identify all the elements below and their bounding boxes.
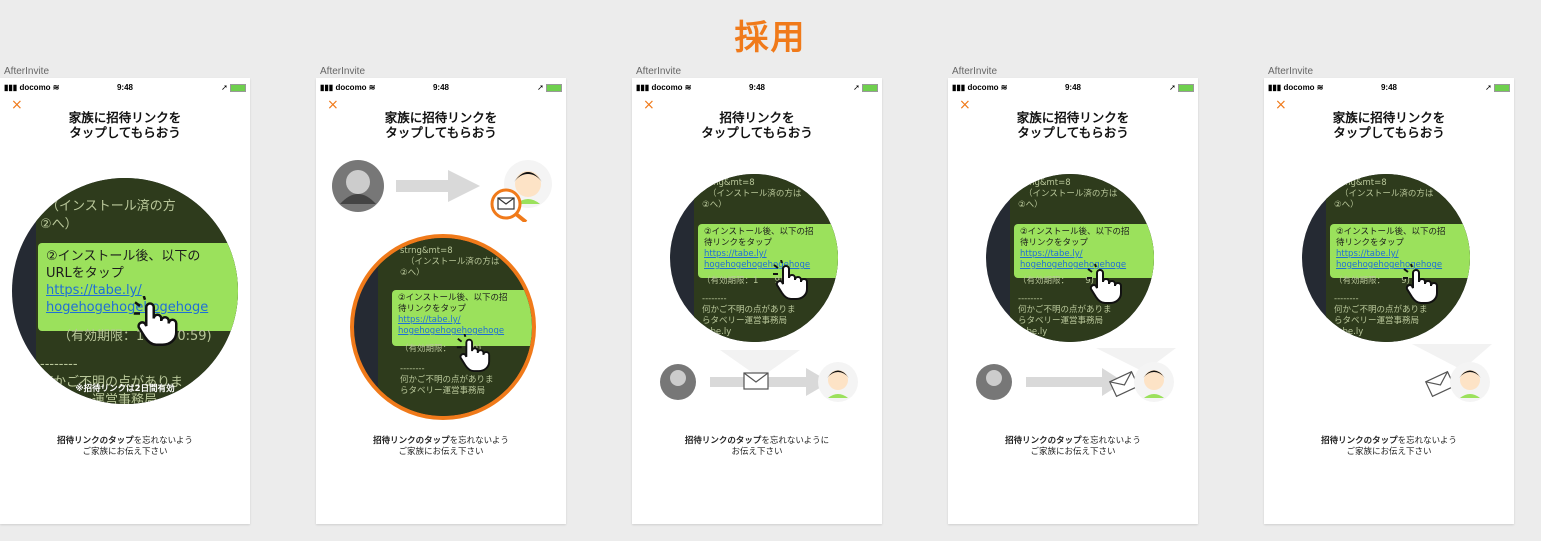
zoom-magnifier: strng&mt=8 （インストール済の方は ②へ） ②インストール後、以下の招… <box>670 174 838 342</box>
caption: 招待リンクのタップを忘れないよう ご家族にお伝え下さい <box>373 436 509 457</box>
location-icon: ➚ <box>537 83 544 92</box>
location-icon: ➚ <box>853 83 860 92</box>
mail-icon <box>1424 370 1456 398</box>
phone-screen: ▮▮▮ docomo ≋ 9:48 ➚ × 家族に招待リンクを タップしてもらお… <box>1264 78 1514 524</box>
mail-icon <box>743 372 769 390</box>
battery-icon <box>1494 83 1510 92</box>
invite-link[interactable]: https://tabe.ly/ <box>704 249 834 260</box>
tap-hand-icon <box>133 296 178 346</box>
screen-heading: 家族に招待リンクを タップしてもらおう <box>1332 110 1446 140</box>
invite-flow-illustration <box>1412 344 1492 402</box>
phone-screen: ▮▮▮ docomo ≋ 9:48 ➚ × 家族に招待リンクを タップしてもらお… <box>316 78 566 524</box>
invite-link[interactable]: https://tabe.ly/ <box>1336 249 1466 260</box>
receiver-avatar <box>1134 362 1174 402</box>
receiver-avatar <box>818 362 858 402</box>
status-time: 9:48 <box>432 83 449 92</box>
artboard-4: AfterInvite ▮▮▮ docomo ≋ 9:48 ➚ × 家族に招待リ… <box>948 66 1198 526</box>
artboard-label: AfterInvite <box>952 66 998 77</box>
battery-icon <box>546 83 562 92</box>
invite-link[interactable]: https://tabe.ly/ <box>1020 249 1150 260</box>
zoom-magnifier: strng&mt=8 （インストール済の方は ②へ） ②インストール後、以下の招… <box>986 174 1154 342</box>
tap-hand-icon <box>456 334 491 372</box>
status-bar: ▮▮▮ docomo ≋ 9:48 ➚ <box>632 78 882 96</box>
status-time: 9:48 <box>1380 83 1397 92</box>
location-icon: ➚ <box>221 83 228 92</box>
sender-avatar <box>332 160 384 212</box>
receiver-avatar <box>1450 362 1490 402</box>
zoom-magnifier: strng&mt=8 （インストール済の方は ②へ） ②インストール後、以下の招… <box>1302 174 1470 342</box>
phone-screen: ▮▮▮ docomo ≋ 9:48 ➚ × 家族に招待リンクを タップしてもらお… <box>948 78 1198 524</box>
chat-message-zoom: strng&mt=8 （インストール済の方は ②へ） ②インストール後、以下の招… <box>694 174 838 342</box>
location-icon: ➚ <box>1485 83 1492 92</box>
artboard-label: AfterInvite <box>636 66 682 77</box>
status-time: 9:48 <box>748 83 765 92</box>
invite-flow-illustration <box>660 350 858 402</box>
arrow-icon <box>710 368 830 396</box>
link-expiry-note: ※招待リンクは2日間有効 <box>75 384 175 394</box>
status-bar: ▮▮▮ docomo ≋ 9:48 ➚ <box>316 78 566 96</box>
status-time: 9:48 <box>1064 83 1081 92</box>
zoom-magnifier: （インストール済の方 ②へ） ②インストール後、以下の URLをタップ http… <box>12 178 238 404</box>
artboard-label: AfterInvite <box>1268 66 1314 77</box>
artboard-1: AfterInvite ▮▮▮ docomo ≋ 9:48 ➚ × 家族に招待リ… <box>0 66 250 526</box>
screen-heading: 家族に招待リンクを タップしてもらおう <box>1016 110 1130 140</box>
location-icon: ➚ <box>1169 83 1176 92</box>
artboard-5: AfterInvite ▮▮▮ docomo ≋ 9:48 ➚ × 家族に招待リ… <box>1264 66 1514 526</box>
caption: 招待リンクのタップを忘れないよう ご家族にお伝え下さい <box>1005 436 1141 457</box>
screen-heading: 招待リンクを タップしてもらおう <box>701 110 813 140</box>
chat-message-zoom: strng&mt=8 （インストール済の方は ②へ） ②インストール後、以下の招… <box>1010 174 1154 342</box>
invite-link[interactable]: https://tabe.ly/ <box>398 315 528 326</box>
artboard-label: AfterInvite <box>320 66 366 77</box>
caption: 招待リンクのタップを忘れないよう ご家族にお伝え下さい <box>57 436 193 457</box>
invite-flow-illustration <box>332 160 552 222</box>
artboard-label: AfterInvite <box>4 66 50 77</box>
status-bar: ▮▮▮ docomo ≋ 9:48 ➚ <box>1264 78 1514 96</box>
chat-message-zoom: strng&mt=8 （インストール済の方は ②へ） ②インストール後、以下の招… <box>378 238 532 416</box>
sender-avatar <box>660 364 696 400</box>
battery-icon <box>230 83 246 92</box>
invite-link[interactable]: hogehogehogehogehoge <box>704 260 834 271</box>
battery-icon <box>862 83 878 92</box>
status-time: 9:48 <box>116 83 133 92</box>
screen-heading: 家族に招待リンクを タップしてもらおう <box>384 110 498 140</box>
tap-hand-icon <box>1403 264 1438 304</box>
invite-flow-illustration <box>976 348 1176 402</box>
sender-avatar <box>976 364 1012 400</box>
status-bar: ▮▮▮ docomo ≋ 9:48 ➚ <box>0 78 250 96</box>
arrow-icon <box>396 170 480 202</box>
artboard-2: AfterInvite ▮▮▮ docomo ≋ 9:48 ➚ × 家族に招待リ… <box>316 66 566 526</box>
caption: 招待リンクのタップを忘れないよう ご家族にお伝え下さい <box>1321 436 1457 457</box>
tap-hand-icon <box>773 260 808 300</box>
phone-screen: ▮▮▮ docomo ≋ 9:48 ➚ × 家族に招待リンクを タップしてもらお… <box>0 78 250 524</box>
mail-icon <box>1108 370 1140 398</box>
caption: 招待リンクのタップを忘れないように お伝え下さい <box>684 436 830 457</box>
tap-hand-icon <box>1087 264 1122 304</box>
battery-icon <box>1178 83 1194 92</box>
status-bar: ▮▮▮ docomo ≋ 9:48 ➚ <box>948 78 1198 96</box>
chat-message-zoom: strng&mt=8 （インストール済の方は ②へ） ②インストール後、以下の招… <box>1326 174 1470 342</box>
chat-message-zoom: （インストール済の方 ②へ） ②インストール後、以下の URLをタップ http… <box>36 178 238 404</box>
screen-heading: 家族に招待リンクを タップしてもらおう <box>68 110 182 140</box>
invite-message-bubble: ②インストール後、以下の招 待リンクをタップ https://tabe.ly/ … <box>698 224 838 278</box>
phone-screen: ▮▮▮ docomo ≋ 9:48 ➚ × 招待リンクを タップしてもらおう s… <box>632 78 882 524</box>
zoom-magnifier: strng&mt=8 （インストール済の方は ②へ） ②インストール後、以下の招… <box>350 234 536 420</box>
page-title: 採用 <box>734 18 807 58</box>
artboard-3: AfterInvite ▮▮▮ docomo ≋ 9:48 ➚ × 招待リンクを… <box>632 66 882 526</box>
